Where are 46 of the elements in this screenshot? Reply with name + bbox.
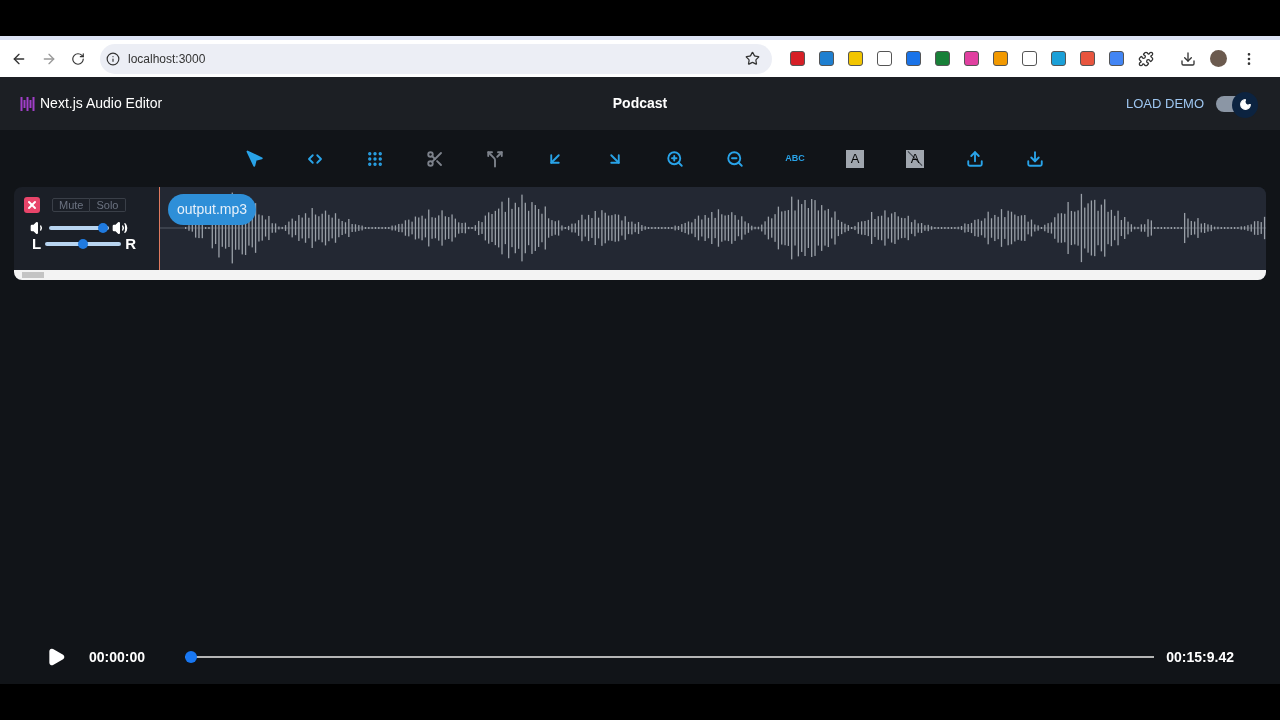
extensions-icon[interactable] [1138, 50, 1154, 67]
close-icon [26, 199, 38, 211]
pan-thumb[interactable] [78, 238, 89, 249]
extension-icon[interactable] [877, 51, 892, 66]
annotation-tool[interactable]: ABC [765, 143, 825, 174]
extension-icon[interactable] [993, 51, 1008, 66]
extension-icon[interactable] [1051, 51, 1066, 66]
project-title: Podcast [611, 94, 669, 113]
profile-avatar[interactable] [1210, 50, 1227, 67]
extension-icon[interactable] [935, 51, 950, 66]
info-icon [106, 51, 120, 66]
volume-slider[interactable] [49, 222, 109, 234]
solo-button[interactable]: Solo [90, 198, 126, 212]
extension-icon[interactable] [1109, 51, 1124, 66]
play-icon [46, 647, 66, 667]
volume-high-icon [112, 220, 128, 236]
bars-logo-icon [20, 96, 36, 111]
extension-icon[interactable] [906, 51, 921, 66]
play-button[interactable] [46, 647, 66, 667]
playback-slider[interactable] [185, 650, 1155, 664]
playback-thumb[interactable] [185, 651, 198, 663]
extension-icon[interactable] [848, 51, 863, 66]
extension-icon[interactable] [790, 51, 805, 66]
extension-icon[interactable] [1022, 51, 1037, 66]
download-icon[interactable] [1180, 50, 1196, 67]
volume-thumb[interactable] [98, 223, 108, 233]
moon-icon [1238, 98, 1252, 111]
pan-left-label: L [32, 236, 42, 251]
bookmark-star-icon[interactable] [745, 51, 760, 66]
pan-right-label: R [125, 236, 136, 251]
load-demo-button[interactable]: LOAD DEMO [1126, 93, 1204, 114]
clip-name-label: output.mp3 [168, 194, 257, 225]
extension-icon[interactable] [1080, 51, 1095, 66]
reload-icon[interactable] [71, 51, 85, 66]
remove-track-button[interactable] [24, 197, 40, 213]
scrollbar-thumb[interactable] [22, 272, 44, 278]
address-bar[interactable]: localhost:3000 [100, 43, 772, 74]
url-text: localhost:3000 [128, 50, 207, 68]
extension-icon[interactable] [964, 51, 979, 66]
duration-time: 00:15:9.42 [1166, 647, 1234, 667]
theme-toggle[interactable] [1216, 91, 1256, 116]
horizontal-scrollbar[interactable] [14, 270, 1266, 280]
app-title: Next.js Audio Editor [40, 94, 163, 113]
current-time: 00:00:00 [89, 647, 146, 667]
extension-icon[interactable] [819, 51, 834, 66]
pan-slider[interactable] [45, 237, 122, 250]
